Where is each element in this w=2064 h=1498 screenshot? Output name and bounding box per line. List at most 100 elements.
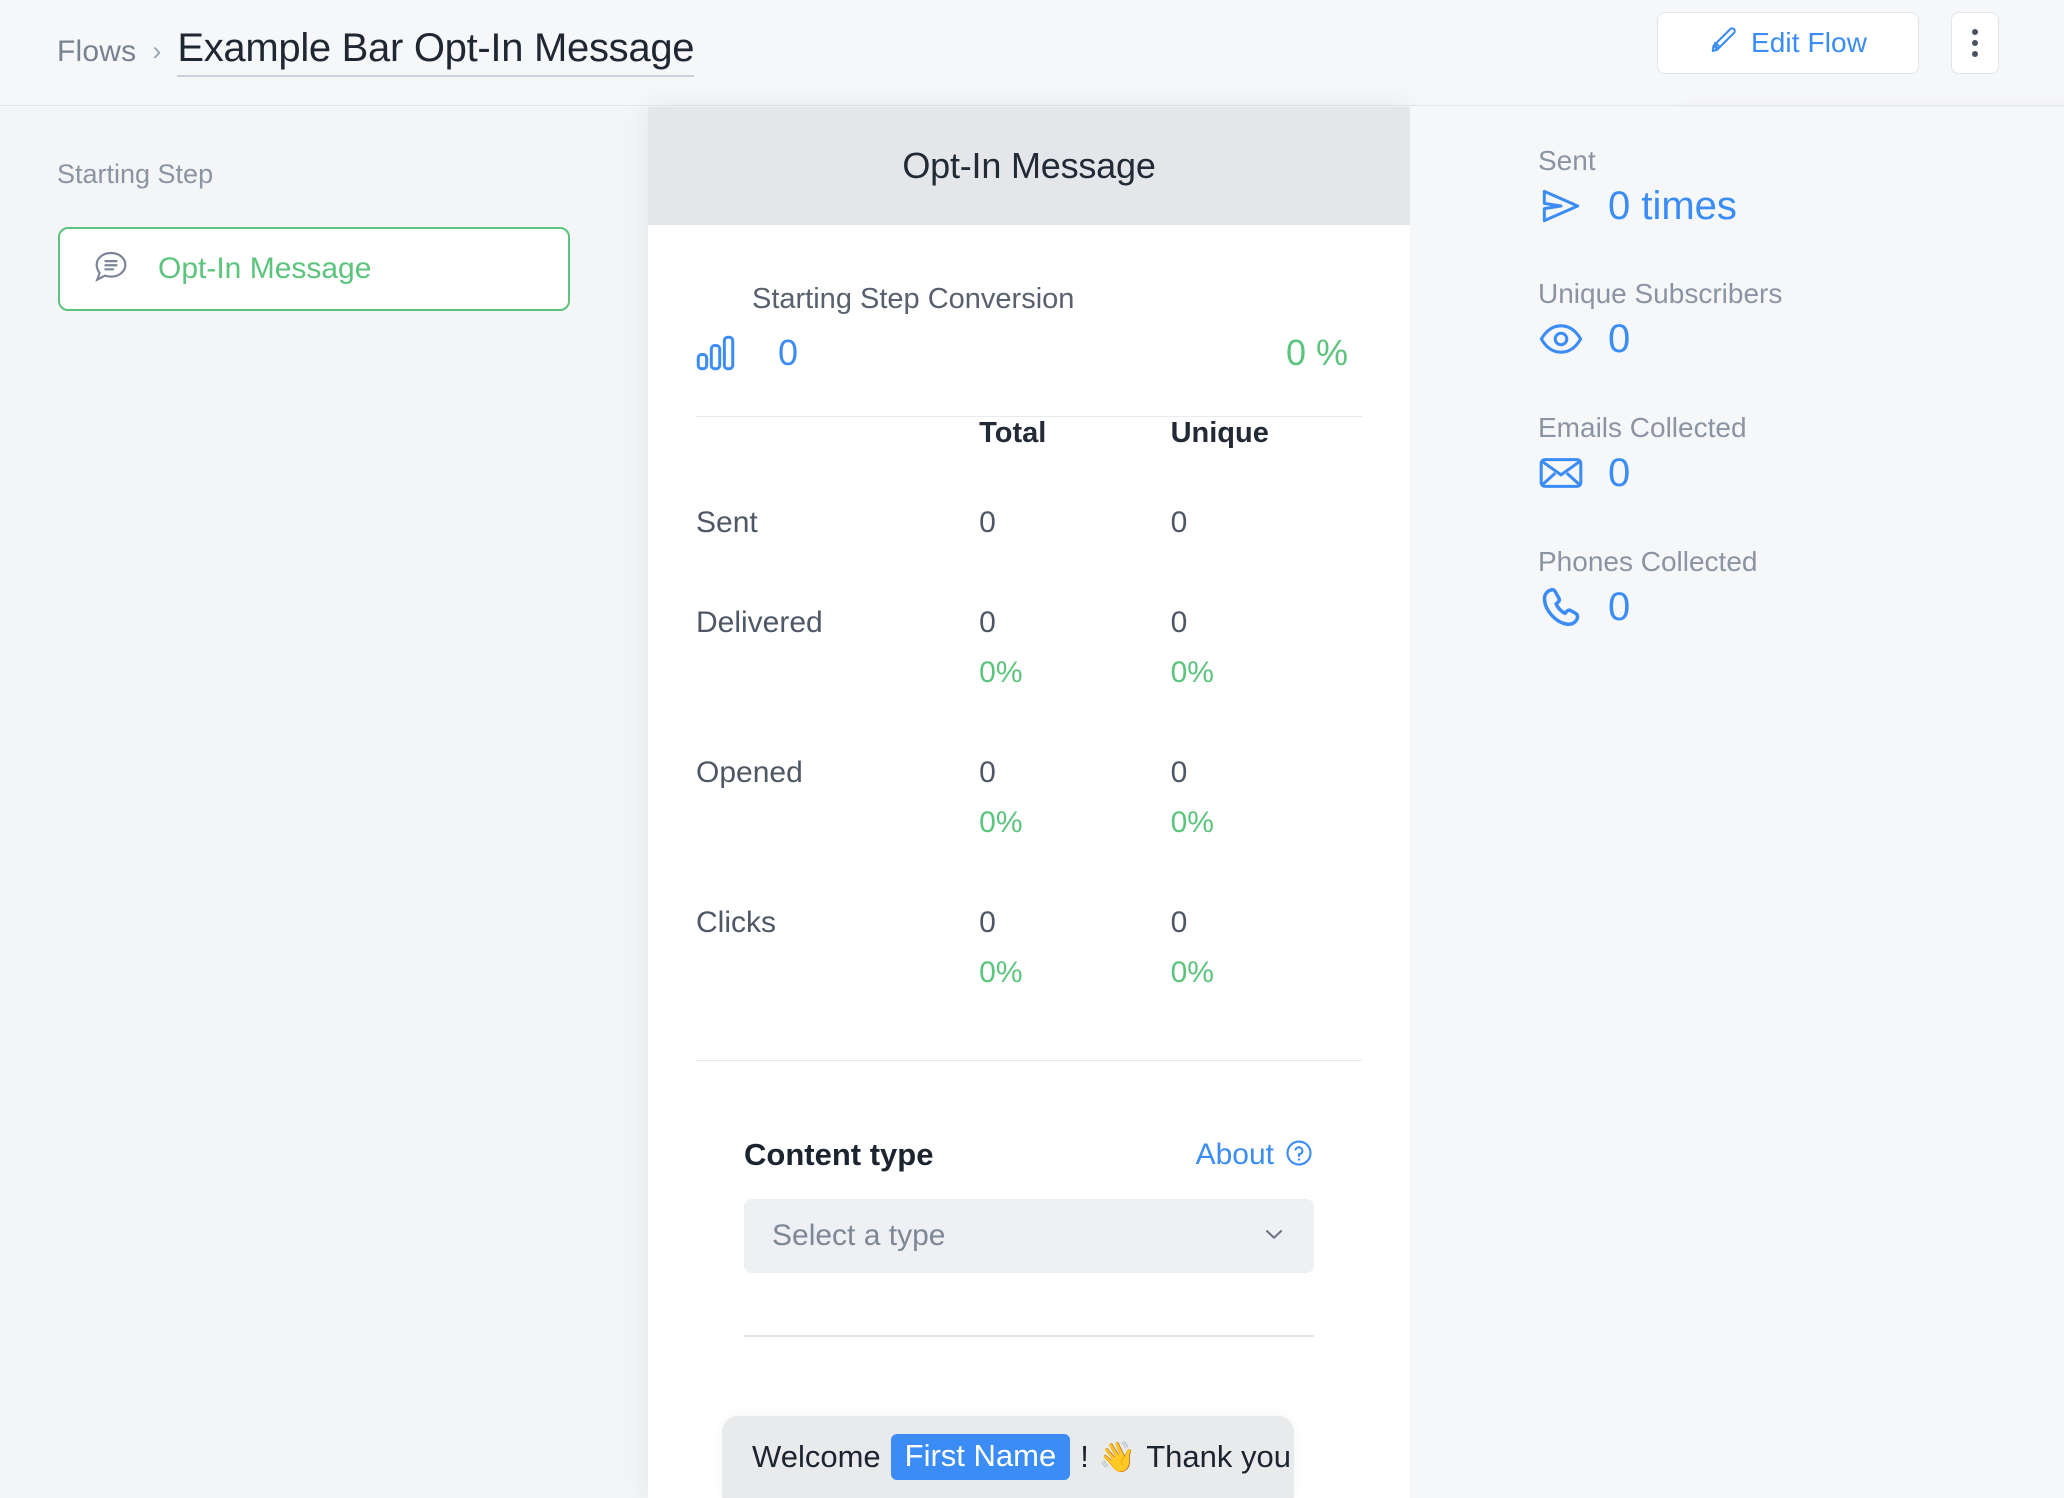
row-total: 0	[979, 506, 1170, 606]
table-header-blank	[696, 417, 979, 506]
table-header-total: Total	[979, 417, 1047, 449]
more-options-button[interactable]	[1951, 12, 1999, 74]
metric-value: 0	[1608, 316, 1631, 361]
divider	[744, 1335, 1314, 1337]
metric-sent: Sent 0 times	[1538, 145, 1737, 229]
row-total-value: 0	[979, 906, 996, 939]
conversion-count: 0	[778, 332, 799, 373]
edit-flow-label: Edit Flow	[1750, 27, 1868, 58]
bar-chart-icon	[696, 333, 752, 373]
kebab-dot-icon	[1972, 51, 1978, 57]
breadcrumb-flows-link[interactable]: Flows	[57, 35, 136, 69]
content-type-block: Content type About Select a type	[648, 1061, 1410, 1337]
metric-row: 0 times	[1538, 183, 1737, 229]
about-label: About	[1195, 1138, 1274, 1171]
row-unique: 0 0%	[1171, 906, 1362, 1056]
envelope-icon	[1538, 450, 1584, 496]
metric-row: 0	[1538, 450, 1747, 496]
content-type-header: Content type About	[744, 1137, 1314, 1173]
metric-label: Phones Collected	[1538, 546, 1758, 577]
row-label: Sent	[696, 506, 758, 539]
top-bar: Flows › Example Bar Opt-In Message Edit …	[0, 0, 2064, 106]
table-row: Clicks 0 0% 0 0%	[696, 906, 1362, 1056]
conversion-label: Starting Step Conversion	[752, 283, 1075, 315]
row-label: Delivered	[696, 606, 823, 639]
metric-row: 0	[1538, 316, 1782, 362]
chat-bubble-icon	[92, 248, 130, 291]
message-punctuation: !	[1080, 1439, 1089, 1474]
breadcrumb-separator-icon: ›	[152, 36, 162, 66]
row-unique-value: 0	[1170, 506, 1188, 539]
row-unique-value: 0	[1170, 606, 1188, 639]
table-header-row: Total Unique	[696, 417, 1362, 506]
row-unique-percent: 0%	[1170, 656, 1214, 689]
row-total-percent: 0%	[979, 806, 1023, 839]
table-row: Opened 0 0% 0 0%	[696, 756, 1362, 906]
table-row: Delivered 0 0% 0 0%	[696, 606, 1362, 756]
sidebar-item-label: Opt-In Message	[158, 252, 372, 285]
message-preview-text: Welcome First Name ! 👋 Thank you	[752, 1434, 1291, 1480]
table-header-unique: Unique	[1170, 417, 1269, 449]
pen-icon	[1709, 26, 1739, 61]
row-unique-percent: 0%	[1170, 956, 1214, 989]
merge-tag-first-name[interactable]: First Name	[890, 1434, 1071, 1480]
row-total-value: 0	[979, 756, 996, 789]
chevron-down-icon	[1260, 1220, 1288, 1253]
message-suffix: Thank you	[1146, 1439, 1291, 1474]
table-row: Sent 0 0	[696, 506, 1362, 606]
center-panel: Opt-In Message Starting Step Conversion …	[648, 107, 1410, 1498]
content-type-label: Content type	[744, 1137, 934, 1172]
kebab-dot-icon	[1972, 40, 1978, 46]
metric-unique-subscribers: Unique Subscribers 0	[1538, 278, 1782, 362]
about-link[interactable]: About	[1196, 1138, 1314, 1173]
metric-emails-collected: Emails Collected 0	[1538, 412, 1747, 496]
kebab-dot-icon	[1972, 29, 1978, 35]
metric-label: Sent	[1538, 145, 1596, 176]
content-type-placeholder: Select a type	[772, 1219, 946, 1252]
row-total-percent: 0%	[979, 656, 1023, 689]
row-total-percent: 0%	[979, 956, 1023, 989]
row-total: 0 0%	[979, 756, 1170, 906]
right-metrics-panel: Sent 0 times Unique Subscribers 0 Emails…	[1410, 107, 2064, 1498]
center-panel-header: Opt-In Message	[648, 107, 1410, 225]
row-total-value: 0	[979, 506, 996, 539]
metric-row: 0	[1538, 584, 1757, 630]
starting-step-label: Starting Step	[57, 159, 214, 189]
row-unique: 0	[1171, 506, 1362, 606]
left-sidebar: Starting Step Opt-In Message	[0, 107, 648, 1498]
conversion-percent: 0 %	[1285, 332, 1348, 373]
app-root: Flows › Example Bar Opt-In Message Edit …	[0, 0, 2064, 1498]
content-type-select[interactable]: Select a type	[744, 1199, 1314, 1273]
send-icon	[1538, 183, 1584, 229]
center-panel-title: Opt-In Message	[902, 145, 1156, 186]
row-unique: 0 0%	[1171, 606, 1362, 756]
row-unique-value: 0	[1170, 906, 1188, 939]
waving-hand-emoji-icon: 👋	[1098, 1440, 1137, 1474]
help-circle-icon	[1284, 1138, 1314, 1173]
message-prefix: Welcome	[752, 1439, 881, 1474]
sidebar-item-opt-in-message[interactable]: Opt-In Message	[58, 227, 570, 311]
row-total: 0 0%	[979, 906, 1170, 1056]
metric-label: Unique Subscribers	[1538, 278, 1783, 309]
metric-label: Emails Collected	[1538, 412, 1747, 443]
metric-value: 0 times	[1608, 183, 1737, 228]
page-title: Example Bar Opt-In Message	[177, 26, 695, 77]
row-total-value: 0	[979, 606, 996, 639]
row-label: Opened	[696, 756, 803, 789]
row-unique: 0 0%	[1171, 756, 1362, 906]
eye-icon	[1538, 316, 1584, 362]
stats-table: Total Unique Sent 0 0 Delivered 0 0% 0 0…	[696, 417, 1362, 1056]
metric-phones-collected: Phones Collected 0	[1538, 546, 1757, 630]
message-preview-bubble[interactable]: Welcome First Name ! 👋 Thank you	[722, 1416, 1294, 1498]
row-unique-percent: 0%	[1170, 806, 1214, 839]
conversion-block: Starting Step Conversion 0 0 %	[648, 225, 1410, 374]
edit-flow-button[interactable]: Edit Flow	[1657, 12, 1919, 74]
phone-icon	[1538, 584, 1584, 630]
breadcrumb: Flows › Example Bar Opt-In Message	[57, 26, 695, 77]
row-total: 0 0%	[979, 606, 1170, 756]
metric-value: 0	[1608, 584, 1631, 629]
conversion-row: 0 0 %	[696, 332, 1362, 374]
row-unique-value: 0	[1170, 756, 1188, 789]
metric-value: 0	[1608, 450, 1631, 495]
row-label: Clicks	[696, 906, 776, 939]
